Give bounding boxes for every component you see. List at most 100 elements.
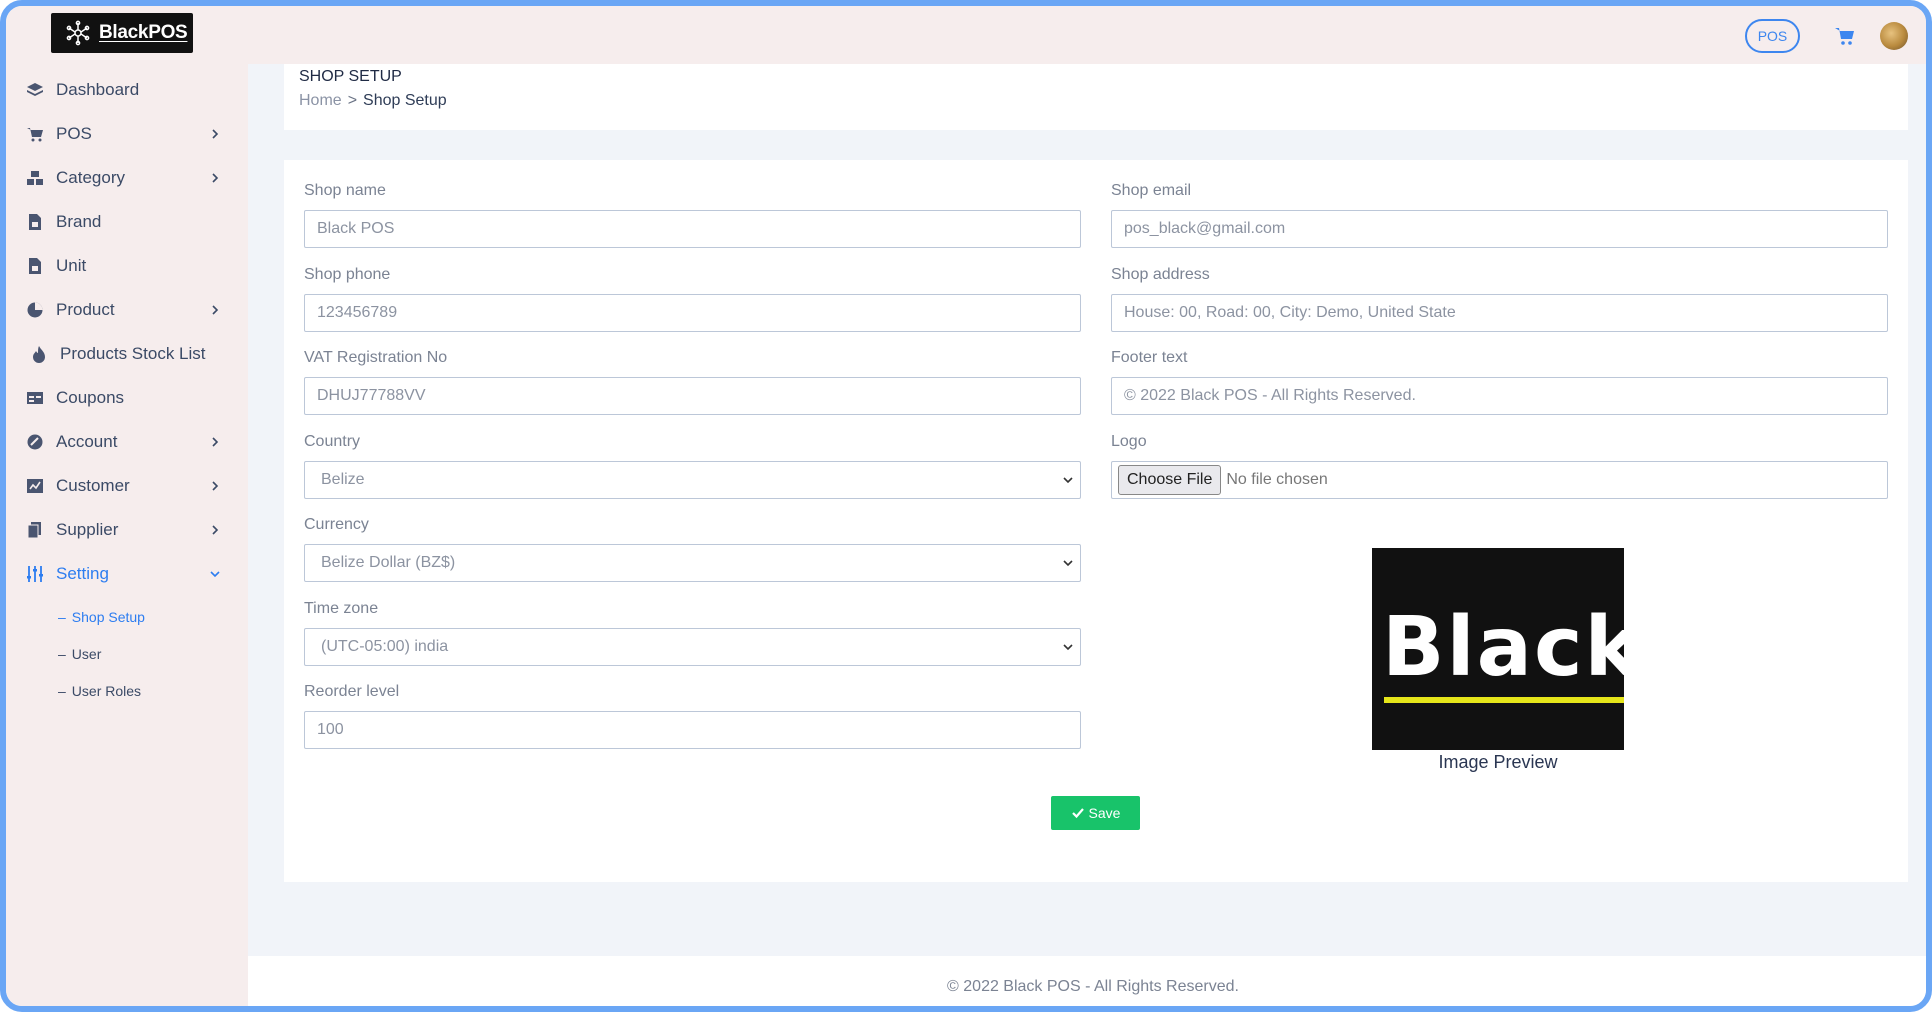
fire-icon [30, 345, 48, 363]
sidebar-item-product[interactable]: Product [6, 288, 248, 332]
currency-label: Currency [304, 516, 369, 533]
sidebar-nav: Dashboard POS Category Brand Unit Produc… [6, 68, 248, 709]
sidebar-item-brand[interactable]: Brand [6, 200, 248, 244]
shop-phone-input[interactable]: 123456789 [304, 294, 1081, 332]
sidebar-item-label: Brand [56, 212, 102, 231]
sidebar-item-label: Products Stock List [60, 344, 206, 363]
coupon-icon [26, 389, 44, 407]
sidebar-item-label: Category [56, 168, 125, 187]
timezone-label: Time zone [304, 600, 379, 617]
chevron-right-icon [212, 481, 219, 491]
sidebar-subitem-label: Shop Setup [71, 608, 145, 625]
pos-button[interactable]: POS [1745, 19, 1800, 53]
reorder-label: Reorder level [304, 683, 400, 700]
country-select[interactable]: Belize [304, 461, 1081, 499]
preview-logo-word: Black [1382, 600, 1624, 695]
account-icon [26, 433, 44, 451]
save-button[interactable]: Save [1051, 796, 1140, 830]
sidebar-item-label: Dashboard [56, 80, 140, 99]
sidebar-item-label: Account [56, 432, 118, 451]
chevron-down-icon [1063, 477, 1073, 484]
sidebar-item-label: Coupons [56, 388, 125, 407]
shop-email-input[interactable]: pos_black@gmail.com [1111, 210, 1888, 248]
logo-text: BlackPOS [99, 22, 188, 43]
timezone-value: (UTC-05:00) india [321, 638, 449, 655]
chevron-right-icon [212, 437, 219, 447]
timezone-select[interactable]: (UTC-05:00) india [304, 628, 1081, 666]
topbar: POS [248, 6, 1926, 64]
currency-value: Belize Dollar (BZ$) [321, 554, 456, 571]
footer-text: © 2022 Black POS - All Rights Reserved. [947, 978, 1239, 995]
customer-icon [26, 477, 44, 495]
avatar[interactable] [1880, 22, 1908, 50]
breadcrumb: Home > Shop Setup [299, 92, 447, 110]
sidebar-subitem-user-roles[interactable]: – User Roles [6, 672, 248, 709]
app-window: BlackPOS Dashboard POS Category Brand Un… [0, 0, 1932, 1012]
sidebar-subitem-shop-setup[interactable]: – Shop Setup [6, 598, 248, 635]
sidebar-item-category[interactable]: Category [6, 156, 248, 200]
breadcrumb-home[interactable]: Home [299, 92, 342, 109]
sidebar-item-products-stock-list[interactable]: Products Stock List [6, 332, 248, 376]
sidebar-item-supplier[interactable]: Supplier [6, 508, 248, 552]
footer-text-label: Footer text [1111, 349, 1188, 366]
country-value: Belize [321, 471, 365, 488]
shop-address-label: Shop address [1111, 266, 1210, 283]
breadcrumb-current: Shop Setup [363, 92, 447, 109]
sidebar-item-label: Setting [56, 564, 109, 583]
sidebar-item-customer[interactable]: Customer [6, 464, 248, 508]
check-icon [1071, 808, 1084, 819]
chevron-right-icon [212, 305, 219, 315]
chevron-down-icon [1063, 644, 1073, 651]
chevron-down-icon [210, 571, 220, 578]
cart-icon [26, 125, 44, 143]
page-title: SHOP SETUP [299, 68, 402, 85]
app-logo[interactable]: BlackPOS [51, 13, 193, 53]
reorder-input[interactable]: 100 [304, 711, 1081, 749]
sidebar-subitem-label: User Roles [71, 682, 142, 699]
save-label: Save [1088, 805, 1121, 821]
chevron-down-icon [1063, 560, 1073, 567]
product-icon [26, 301, 44, 319]
shop-name-label: Shop name [304, 182, 386, 199]
dash-bullet: – [58, 645, 66, 662]
choose-file-button[interactable]: Choose File [1118, 465, 1222, 495]
sidebar-item-label: Customer [56, 476, 130, 495]
unit-icon [26, 257, 44, 275]
footer: © 2022 Black POS - All Rights Reserved. [248, 956, 1926, 1006]
no-file-text: No file chosen [1226, 471, 1328, 488]
sidebar-item-unit[interactable]: Unit [6, 244, 248, 288]
sidebar-item-setting[interactable]: Setting [6, 552, 248, 596]
sliders-icon [26, 565, 44, 583]
shop-setup-form: Shop name Black POS Shop phone 123456789… [284, 160, 1908, 882]
sidebar-subitem-user[interactable]: – User [6, 635, 248, 672]
dash-bullet: – [58, 682, 66, 699]
category-icon [26, 169, 44, 187]
chevron-right-icon [212, 525, 219, 535]
shop-name-input[interactable]: Black POS [304, 210, 1081, 248]
sidebar-item-dashboard[interactable]: Dashboard [6, 68, 248, 112]
sidebar-item-label: Supplier [56, 520, 119, 539]
sidebar-item-label: POS [56, 124, 92, 143]
sidebar-item-coupons[interactable]: Coupons [6, 376, 248, 420]
shop-phone-label: Shop phone [304, 266, 391, 283]
sidebar-item-label: Product [56, 300, 115, 319]
sidebar-subitem-label: User [71, 645, 102, 662]
cart-icon[interactable] [1834, 25, 1856, 47]
breadcrumb-separator: > [347, 92, 358, 109]
chevron-right-icon [212, 129, 219, 139]
vat-label: VAT Registration No [304, 349, 448, 366]
footer-text-input[interactable]: © 2022 Black POS - All Rights Reserved. [1111, 377, 1888, 415]
dashboard-icon [26, 81, 44, 99]
sidebar-item-label: Unit [56, 256, 87, 275]
shop-address-input[interactable]: House: 00, Road: 00, City: Demo, United … [1111, 294, 1888, 332]
logo-label: Logo [1111, 433, 1147, 450]
preview-underline [1384, 697, 1624, 703]
supplier-icon [26, 521, 44, 539]
logo-preview-image: Black [1372, 548, 1624, 750]
brand-icon [26, 213, 44, 231]
sidebar-item-pos[interactable]: POS [6, 112, 248, 156]
sidebar-item-account[interactable]: Account [6, 420, 248, 464]
chevron-right-icon [212, 173, 219, 183]
currency-select[interactable]: Belize Dollar (BZ$) [304, 544, 1081, 582]
vat-input[interactable]: DHUJ77788VV [304, 377, 1081, 415]
